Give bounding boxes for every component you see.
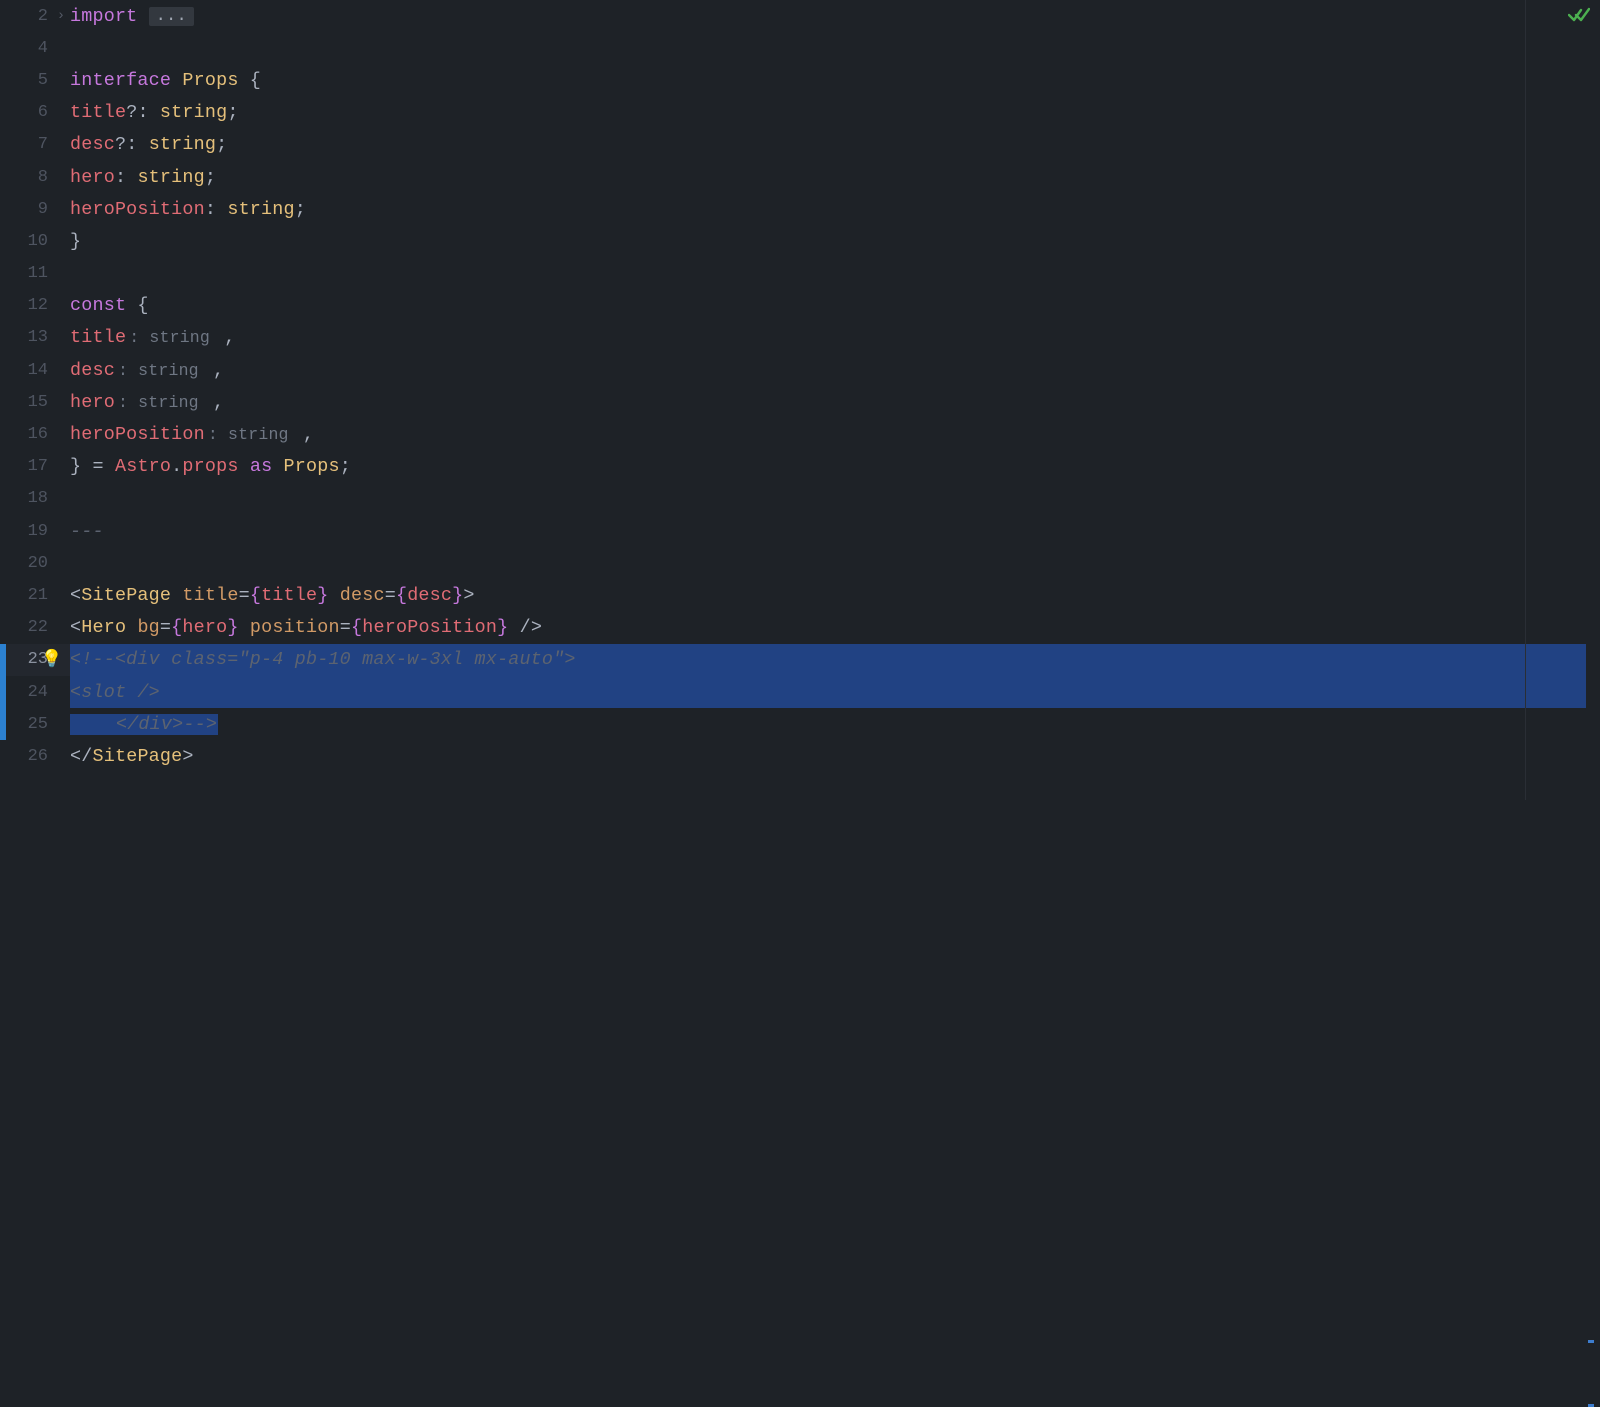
code-line[interactable]: 6 title?: string; bbox=[0, 97, 1600, 129]
code-line[interactable]: 14 desc: string , bbox=[0, 354, 1600, 386]
code-line-active[interactable]: 23 💡 <!--<div class="p-4 pb-10 max-w-3xl… bbox=[0, 644, 1600, 676]
code-line[interactable]: 19 --- bbox=[0, 515, 1600, 547]
line-number: 7 bbox=[6, 135, 52, 154]
inspection-ok-icon[interactable] bbox=[1568, 6, 1590, 31]
line-number: 22 bbox=[6, 618, 52, 637]
line-number: 19 bbox=[6, 522, 52, 541]
lightbulb-icon[interactable]: 💡 bbox=[34, 649, 70, 670]
inlay-hint: : string bbox=[126, 328, 213, 347]
code-line[interactable]: 11 bbox=[0, 258, 1600, 290]
code-line[interactable]: 17 } = Astro.props as Props; bbox=[0, 451, 1600, 483]
selection[interactable]: <slot /> bbox=[70, 676, 1600, 708]
line-number: 15 bbox=[6, 393, 52, 412]
line-number: 21 bbox=[6, 586, 52, 605]
line-number: 16 bbox=[6, 425, 52, 444]
code-line[interactable]: 13 title: string , bbox=[0, 322, 1600, 354]
line-number: 17 bbox=[6, 457, 52, 476]
code-line[interactable]: 25 </div>--> bbox=[0, 708, 1600, 740]
selection[interactable]: </div>--> bbox=[70, 708, 1600, 740]
selection[interactable]: <!--<div class="p-4 pb-10 max-w-3xl mx-a… bbox=[70, 644, 1600, 676]
line-number: 20 bbox=[6, 554, 52, 573]
code-line[interactable]: 9 heroPosition: string; bbox=[0, 193, 1600, 225]
code-editor[interactable]: 2 › import ... 4 5 interface Props { 6 t… bbox=[0, 0, 1600, 800]
line-number: 11 bbox=[6, 264, 52, 283]
line-number: 14 bbox=[6, 361, 52, 380]
code-line[interactable]: 8 hero: string; bbox=[0, 161, 1600, 193]
code-line[interactable]: 12 const { bbox=[0, 290, 1600, 322]
line-number: 2 bbox=[6, 7, 52, 26]
line-number: 24 bbox=[6, 683, 52, 702]
scrollbar-overview[interactable] bbox=[1586, 0, 1600, 800]
collapsed-region[interactable]: ... bbox=[149, 7, 194, 26]
code-line[interactable]: 5 interface Props { bbox=[0, 64, 1600, 96]
editor-ruler bbox=[1525, 0, 1526, 800]
line-number: 5 bbox=[6, 71, 52, 90]
code-line[interactable]: 18 bbox=[0, 483, 1600, 515]
code-line[interactable]: 15 hero: string , bbox=[0, 386, 1600, 418]
line-number: 10 bbox=[6, 232, 52, 251]
line-number: 26 bbox=[6, 747, 52, 766]
line-number: 13 bbox=[6, 328, 52, 347]
code-line[interactable]: 10 } bbox=[0, 225, 1600, 257]
fold-chevron-icon[interactable]: › bbox=[52, 8, 70, 24]
line-number: 9 bbox=[6, 200, 52, 219]
code-line[interactable]: 16 heroPosition: string , bbox=[0, 418, 1600, 450]
overview-mark[interactable] bbox=[1588, 1340, 1594, 1343]
code-line[interactable]: 24 <slot /> bbox=[0, 676, 1600, 708]
line-number: 12 bbox=[6, 296, 52, 315]
code-line[interactable]: 21 <SitePage title={title} desc={desc}> bbox=[0, 579, 1600, 611]
inlay-hint: : string bbox=[205, 425, 292, 444]
inlay-hint: : string bbox=[115, 361, 202, 380]
line-number: 18 bbox=[6, 489, 52, 508]
line-number: 4 bbox=[6, 39, 52, 58]
line-number: 25 bbox=[6, 715, 52, 734]
code-line[interactable]: 20 bbox=[0, 547, 1600, 579]
line-number: 6 bbox=[6, 103, 52, 122]
code-line[interactable]: 26 </SitePage> bbox=[0, 740, 1600, 772]
code-line[interactable]: 22 <Hero bg={hero} position={heroPositio… bbox=[0, 612, 1600, 644]
code-line[interactable]: 4 bbox=[0, 32, 1600, 64]
keyword-import: import bbox=[70, 6, 149, 27]
inlay-hint: : string bbox=[115, 393, 202, 412]
line-number: 8 bbox=[6, 168, 52, 187]
code-line[interactable]: 2 › import ... bbox=[0, 0, 1600, 32]
code-line[interactable]: 7 desc?: string; bbox=[0, 129, 1600, 161]
